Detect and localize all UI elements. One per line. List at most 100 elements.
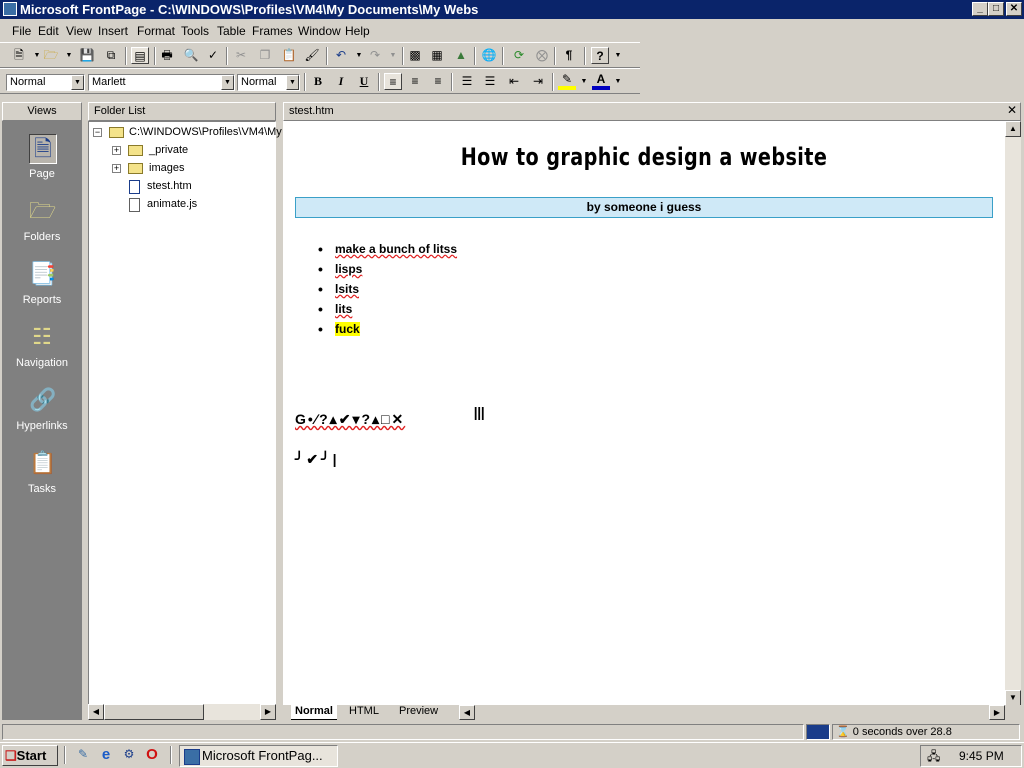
collapse-icon[interactable]: −: [93, 128, 102, 137]
bulleted-list-icon[interactable]: ☰: [481, 73, 499, 90]
internet-explorer-icon[interactable]: e: [97, 746, 115, 763]
menu-help[interactable]: Help: [345, 24, 370, 38]
network-tray-icon[interactable]: 🖧: [927, 746, 940, 766]
redo-icon[interactable]: ↷: [366, 47, 384, 64]
hyperlink-icon[interactable]: 🌐: [480, 47, 498, 64]
list-item[interactable]: make a bunch of litss: [313, 239, 457, 259]
tab-preview[interactable]: Preview: [395, 705, 442, 719]
expand-icon[interactable]: +: [112, 164, 121, 173]
align-center-icon[interactable]: ≡: [406, 73, 424, 90]
italic-button[interactable]: I: [332, 73, 350, 90]
clock[interactable]: 9:45 PM: [959, 746, 1004, 766]
menu-tools[interactable]: Tools: [181, 24, 209, 38]
highlight-dropdown-icon[interactable]: ▼: [575, 73, 593, 90]
list-item[interactable]: fuck: [313, 319, 457, 339]
chevron-down-icon[interactable]: ▼: [71, 75, 84, 90]
format-painter-icon[interactable]: 🖌: [303, 47, 321, 64]
scroll-left-icon[interactable]: ◀: [459, 705, 475, 720]
close-document-icon[interactable]: ✕: [1007, 102, 1017, 119]
cut-icon[interactable]: ✂: [232, 47, 250, 64]
menu-frames[interactable]: Frames: [252, 24, 293, 38]
close-button[interactable]: ✕: [1006, 2, 1022, 16]
help-icon[interactable]: ?: [591, 47, 609, 64]
align-left-icon[interactable]: ≡: [384, 73, 402, 90]
preview-in-browser-icon[interactable]: 🔍: [182, 47, 200, 64]
scroll-down-icon[interactable]: ▼: [1005, 690, 1021, 706]
font-color-icon[interactable]: A: [592, 73, 610, 90]
document-vertical-scrollbar[interactable]: ▲ ▼: [1005, 121, 1021, 706]
show-desktop-icon[interactable]: ✎: [74, 746, 92, 763]
list-item[interactable]: lsits: [313, 279, 457, 299]
scroll-thumb[interactable]: [104, 704, 204, 720]
scroll-right-icon[interactable]: ▶: [260, 704, 276, 720]
channels-icon[interactable]: ⚙: [120, 746, 138, 763]
expand-icon[interactable]: +: [112, 146, 121, 155]
underline-button[interactable]: U: [355, 73, 373, 90]
menu-window[interactable]: Window: [298, 24, 341, 38]
align-right-icon[interactable]: ≡: [429, 73, 447, 90]
maximize-button[interactable]: □: [988, 2, 1004, 16]
view-navigation[interactable]: ☷ Navigation: [2, 317, 82, 377]
numbered-list-icon[interactable]: ☰: [458, 73, 476, 90]
view-reports[interactable]: 📑 Reports: [2, 254, 82, 314]
menu-table[interactable]: Table: [217, 24, 246, 38]
copy-icon[interactable]: ❐: [256, 47, 274, 64]
view-folders[interactable]: 🗁 Folders: [2, 191, 82, 251]
insert-component-icon[interactable]: ▩: [406, 47, 424, 64]
view-page[interactable]: 🗎 Page: [2, 128, 82, 188]
refresh-icon[interactable]: ⟳: [510, 47, 528, 64]
menu-insert[interactable]: Insert: [98, 24, 128, 38]
opera-icon[interactable]: O: [143, 746, 161, 763]
stop-icon[interactable]: ⨂: [533, 47, 551, 64]
help-dropdown-icon[interactable]: ▼: [609, 47, 627, 64]
paste-icon[interactable]: 📋: [280, 47, 298, 64]
decrease-indent-icon[interactable]: ⇤: [505, 73, 523, 90]
scroll-up-icon[interactable]: ▲: [1005, 121, 1021, 137]
open-dropdown-icon[interactable]: ▼: [60, 47, 78, 64]
task-frontpage[interactable]: Microsoft FrontPag...: [179, 745, 338, 767]
undo-icon[interactable]: ↶: [332, 47, 350, 64]
highlight-color-icon[interactable]: ✎: [558, 73, 576, 90]
view-hyperlinks[interactable]: 🔗 Hyperlinks: [2, 380, 82, 440]
page-editor[interactable]: How to graphic design a website by someo…: [283, 121, 1005, 705]
tab-normal[interactable]: Normal: [291, 705, 337, 720]
byline-cell[interactable]: by someone i guess: [295, 197, 993, 218]
font-color-dropdown-icon[interactable]: ▼: [609, 73, 627, 90]
start-button[interactable]: ❏Start: [2, 745, 58, 766]
open-folder-icon[interactable]: 🗁: [42, 47, 60, 64]
folder-horizontal-scrollbar[interactable]: ◀ ▶: [88, 704, 276, 720]
increase-indent-icon[interactable]: ⇥: [529, 73, 547, 90]
scroll-right-icon[interactable]: ▶: [989, 705, 1005, 720]
symbol-text-line[interactable]: G•∕?▴✔▾?▴□✕: [295, 411, 405, 428]
bullet-list[interactable]: make a bunch of litss lisps lsits lits f…: [313, 239, 457, 339]
font-combo[interactable]: Marlett ▼: [88, 74, 235, 91]
size-combo[interactable]: Normal ▼: [237, 74, 300, 91]
save-icon[interactable]: 💾: [78, 47, 96, 64]
page-heading[interactable]: How to graphic design a website: [355, 143, 933, 171]
minimize-button[interactable]: _: [972, 2, 988, 16]
symbol-text-line-2[interactable]: ╯✔╯|: [295, 451, 340, 468]
chevron-down-icon[interactable]: ▼: [286, 75, 299, 90]
style-combo[interactable]: Normal ▼: [6, 74, 85, 91]
menu-view[interactable]: View: [66, 24, 92, 38]
folder-list-toggle-icon[interactable]: ▤: [131, 47, 149, 64]
spelling-icon[interactable]: ✓: [204, 47, 222, 64]
chevron-down-icon[interactable]: ▼: [221, 75, 234, 90]
new-page-icon[interactable]: 🗎: [10, 47, 28, 64]
menu-format[interactable]: Format: [137, 24, 175, 38]
insert-table-icon[interactable]: ▦: [428, 47, 446, 64]
redo-dropdown-icon[interactable]: ▼: [384, 47, 402, 64]
document-tab[interactable]: stest.htm ✕: [283, 102, 1021, 121]
list-item[interactable]: lits: [313, 299, 457, 319]
insert-picture-icon[interactable]: ▲: [452, 47, 470, 64]
show-all-pilcrow-icon[interactable]: ¶: [560, 47, 578, 64]
view-tasks[interactable]: 📋 Tasks: [2, 443, 82, 503]
print-icon[interactable]: 🖶: [158, 47, 176, 64]
bold-button[interactable]: B: [309, 73, 327, 90]
menu-file[interactable]: File: [12, 24, 31, 38]
list-item[interactable]: lisps: [313, 259, 457, 279]
menu-edit[interactable]: Edit: [38, 24, 59, 38]
tab-html[interactable]: HTML: [345, 705, 383, 719]
publish-icon[interactable]: ⧉: [102, 47, 120, 64]
scroll-left-icon[interactable]: ◀: [88, 704, 104, 720]
